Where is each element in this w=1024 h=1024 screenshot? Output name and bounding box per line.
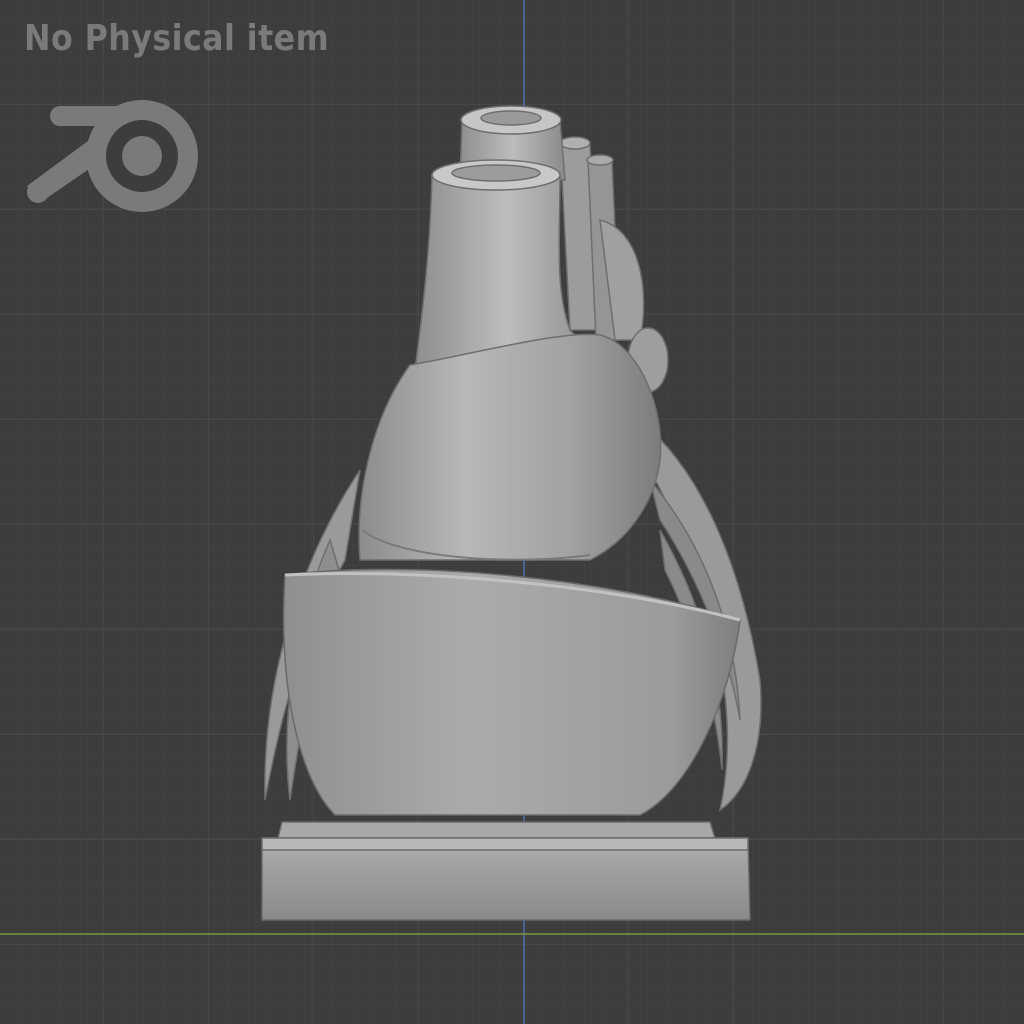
cup-bowl bbox=[282, 568, 741, 816]
3d-viewport[interactable]: No Physical item bbox=[0, 0, 1024, 1024]
heart-body bbox=[358, 333, 662, 561]
heart-model[interactable] bbox=[0, 0, 1024, 1024]
pedestal-base bbox=[261, 821, 751, 921]
